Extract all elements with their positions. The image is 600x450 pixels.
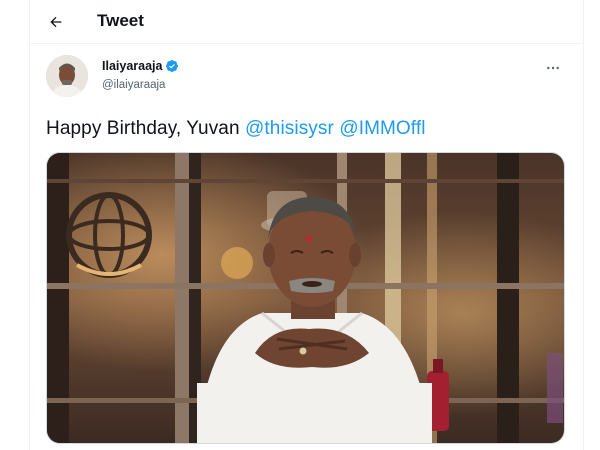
more-horizontal-icon xyxy=(547,66,559,70)
display-name[interactable]: Ilaiyaraaja xyxy=(102,59,162,73)
tweet-photo[interactable] xyxy=(46,152,565,444)
avatar[interactable] xyxy=(46,55,88,97)
user-handle[interactable]: @ilaiyaraaja xyxy=(102,79,165,91)
tweet-text-body: Happy Birthday, Yuvan xyxy=(46,118,246,139)
tweet-page: Tweet Ilaiyaraaja @ilaiyaraaja Happy Bir… xyxy=(0,0,600,450)
more-options-button[interactable] xyxy=(540,57,566,79)
back-button[interactable] xyxy=(40,6,72,38)
tweet-author: Ilaiyaraaja @ilaiyaraaja xyxy=(46,55,566,99)
tweet-header: Tweet xyxy=(30,0,583,44)
photo-illustration xyxy=(47,153,564,443)
page-title: Tweet xyxy=(97,11,144,30)
mention-link-thisisysr[interactable]: @thisisysr xyxy=(245,118,334,139)
timeline-column: Tweet Ilaiyaraaja @ilaiyaraaja Happy Bir… xyxy=(29,0,584,450)
arrow-left-icon xyxy=(50,16,62,28)
tweet-text: Happy Birthday, Yuvan @thisisysr @IMMOff… xyxy=(46,118,426,140)
verified-badge-icon xyxy=(166,59,179,72)
mention-link-immoffl[interactable]: @IMMOffl xyxy=(339,118,425,139)
name-row: Ilaiyaraaja xyxy=(102,59,179,73)
